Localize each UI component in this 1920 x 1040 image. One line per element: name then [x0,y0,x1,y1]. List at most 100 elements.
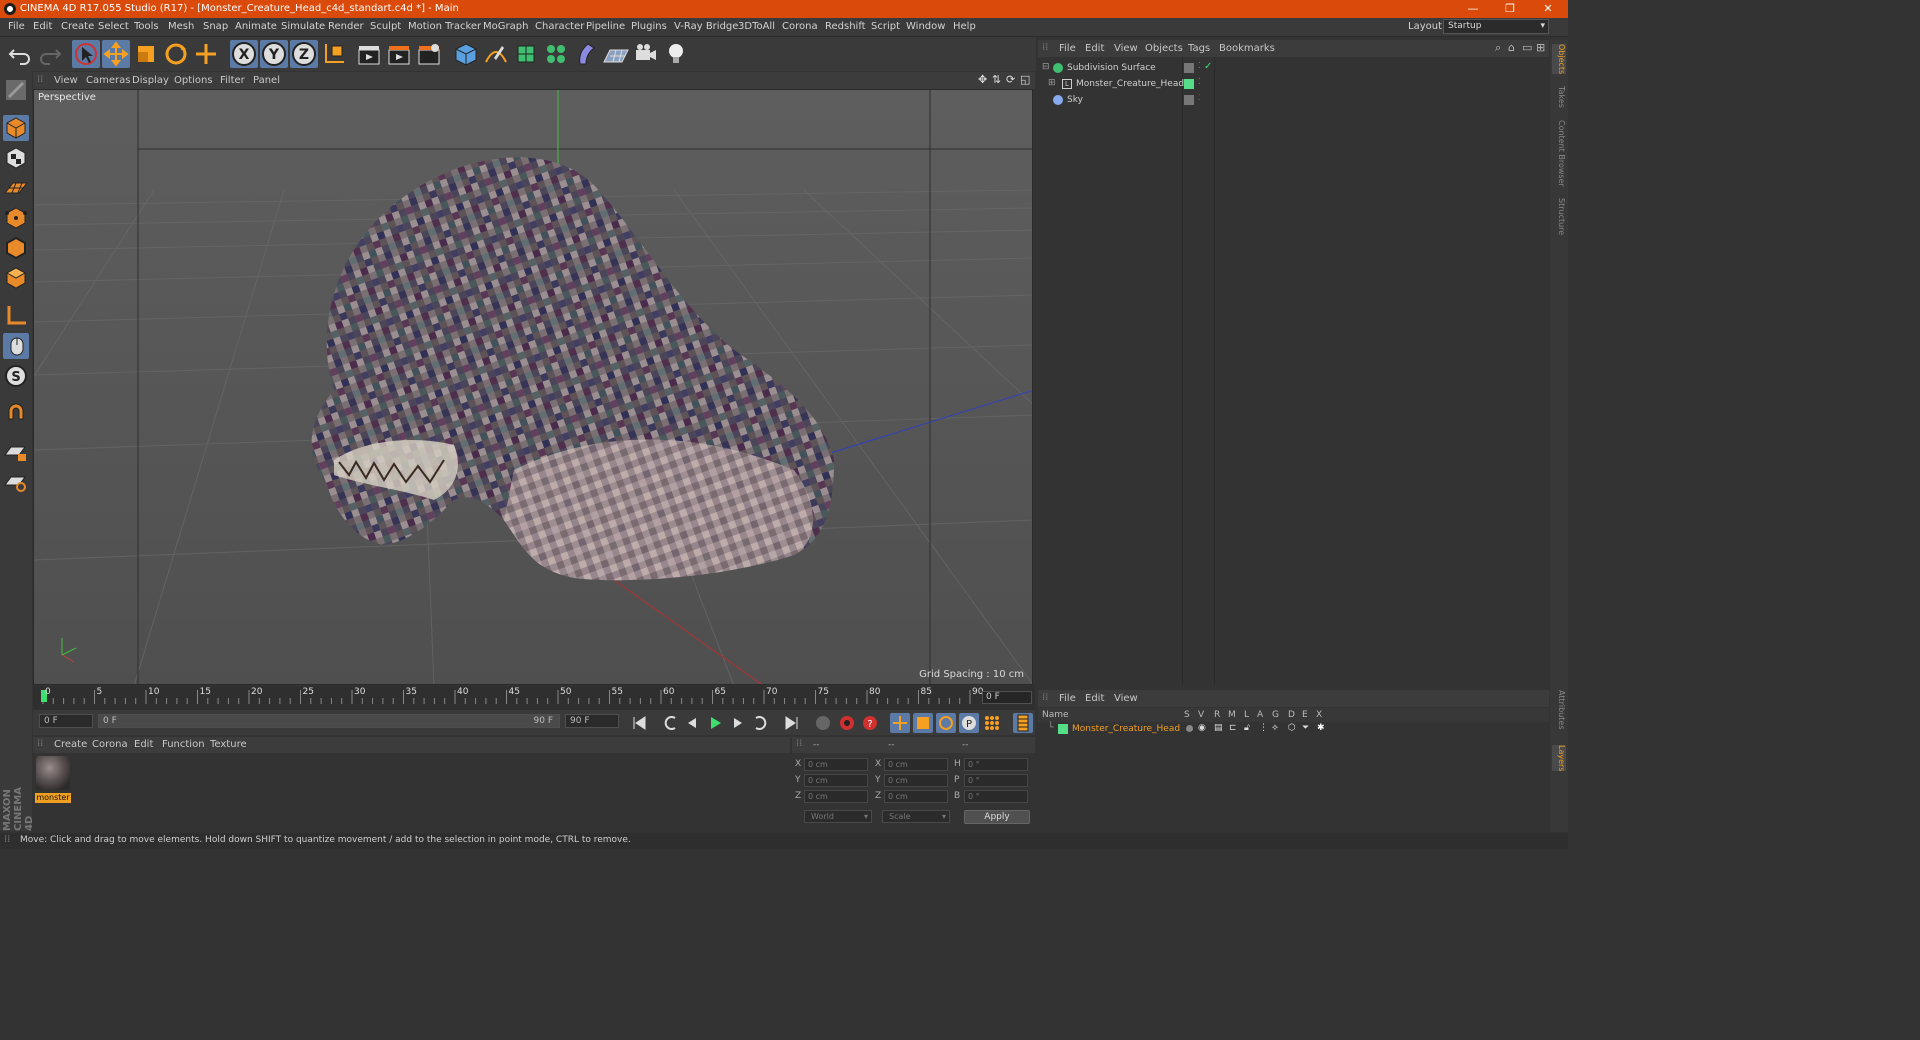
layer-tag-icon[interactable] [1184,63,1194,73]
pen-spline-button[interactable] [482,40,510,68]
subdivision-surface-button[interactable] [512,40,540,68]
menu-window[interactable]: Window [906,21,945,32]
layer-name[interactable]: Monster_Creature_Head [1072,724,1180,734]
object-menu-view[interactable]: View [1114,43,1138,54]
object-menu-file[interactable]: File [1059,43,1076,54]
layer-menu-view[interactable]: View [1114,693,1138,704]
render-clapboard-icon[interactable]: ▤ [1214,723,1223,733]
render-view-button[interactable] [355,40,383,68]
expand-icon[interactable]: ⊞ [1536,41,1545,54]
material-menu-edit[interactable]: Edit [134,739,153,750]
undo-button[interactable] [6,40,34,68]
viewport-menu-display[interactable]: Display [132,75,169,86]
key-pla-button[interactable] [982,713,1002,733]
move-tool-button[interactable] [102,40,130,68]
size-x-field[interactable]: 0 cm [884,758,948,771]
new-view-icon[interactable]: ▭ [1522,41,1532,54]
menu-simulate[interactable]: Simulate [281,21,325,32]
orbit-icon[interactable]: ⟳ [1006,73,1015,86]
viewport-menu-filter[interactable]: Filter [220,75,245,86]
menu-character[interactable]: Character [535,21,584,32]
visibility-dots-icon[interactable]: ⁚ [1198,93,1201,102]
object-menu-bookmarks[interactable]: Bookmarks [1219,43,1275,54]
redo-button[interactable] [36,40,64,68]
start-frame-field[interactable]: 0 F [39,714,93,728]
menu-mograph[interactable]: MoGraph [483,21,528,32]
magnet-button[interactable] [3,401,29,427]
next-key-button[interactable] [751,713,771,733]
y-axis-button[interactable]: Y [260,40,288,68]
menu-file[interactable]: File [8,21,25,32]
object-row-sky[interactable]: Sky ⁚ [1038,93,1549,108]
lock-icon[interactable]: 🔓︎ [1244,723,1250,733]
menu-help[interactable]: Help [953,21,976,32]
rot-b-field[interactable]: 0 ° [964,790,1028,803]
size-z-field[interactable]: 0 cm [884,790,948,803]
tab-takes[interactable]: Takes [1552,86,1566,108]
play-button[interactable] [705,713,725,733]
menu-animate[interactable]: Animate [235,21,277,32]
cube-object-button[interactable] [452,40,480,68]
layer-menu-file[interactable]: File [1059,693,1076,704]
eye-icon[interactable]: ◉ [1198,723,1206,733]
layer-tag-icon[interactable] [1184,95,1194,105]
planar-workplane-button[interactable] [3,469,29,495]
tab-objects[interactable]: Objects [1552,44,1566,75]
pos-y-field[interactable]: 0 cm [804,774,868,787]
menu-mesh[interactable]: Mesh [168,21,194,32]
viewport-menu-options[interactable]: Options [174,75,213,86]
light-object-button[interactable] [662,40,690,68]
tab-content-browser[interactable]: Content Browser [1552,120,1566,187]
menu-sculpt[interactable]: Sculpt [370,21,401,32]
object-name[interactable]: Sky [1067,95,1083,105]
material-name-label[interactable]: monster [35,793,71,803]
layout-select[interactable]: Startup ▾ [1443,19,1549,34]
menu-vray-bridge[interactable]: V-Ray Bridge [674,21,738,32]
key-rotation-button[interactable] [936,713,956,733]
material-preview-monster[interactable] [36,756,70,790]
manager-icon[interactable]: ⊏ [1229,723,1237,733]
snap-button[interactable]: S [3,363,29,389]
transform-tool-button[interactable] [192,40,220,68]
polygons-mode-button[interactable] [3,265,29,291]
current-frame-field[interactable]: 0 F [982,691,1032,704]
enabled-check-icon[interactable]: ✓ [1204,61,1212,72]
coordinate-mode-select[interactable]: World ▾ [804,810,872,823]
layer-row[interactable]: └ Monster_Creature_Head ◉ ▤ ⊏ 🔓︎ ⋮ ⟡ ⬡ ⏷… [1038,722,1549,737]
scale-tool-button[interactable] [132,40,160,68]
auto-keying-button[interactable] [837,713,857,733]
material-menu-corona[interactable]: Corona [92,739,128,750]
menu-corona[interactable]: Corona [782,21,818,32]
apply-button[interactable]: Apply [964,810,1030,824]
points-mode-button[interactable] [3,205,29,231]
rot-h-field[interactable]: 0 ° [964,758,1028,771]
prev-key-button[interactable] [660,713,680,733]
menu-render[interactable]: Render [328,21,364,32]
layer-color-swatch[interactable] [1058,724,1068,734]
menu-select[interactable]: Select [98,21,129,32]
x-axis-button[interactable]: X [230,40,258,68]
layer-menu-edit[interactable]: Edit [1085,693,1104,704]
object-row-subdivision-surface[interactable]: ⊟ Subdivision Surface ⁚ ✓ [1038,61,1549,76]
end-frame-field[interactable]: 90 F [565,714,619,728]
visibility-dots-icon[interactable]: ⁚ [1198,77,1201,86]
menu-pipeline[interactable]: Pipeline [586,21,625,32]
tab-structure[interactable]: Structure [1552,198,1566,235]
coordinate-system-button[interactable] [320,40,348,68]
menu-tools[interactable]: Tools [134,21,159,32]
animation-icon[interactable]: ⋮ [1259,723,1268,733]
goto-start-button[interactable] [629,713,649,733]
frame-range-slider[interactable]: 0 F 90 F [98,714,560,728]
key-scale-button[interactable] [913,713,933,733]
minimize-button[interactable]: — [1455,0,1491,18]
deformer-icon[interactable]: ⬡ [1288,723,1296,733]
pos-x-field[interactable]: 0 cm [804,758,868,771]
menu-create[interactable]: Create [61,21,94,32]
timeline-button[interactable] [1013,713,1033,733]
layer-color-icon[interactable] [1184,79,1194,89]
solo-dot-icon[interactable] [1186,725,1193,732]
viewport-menu-cameras[interactable]: Cameras [86,75,130,86]
render-settings-button[interactable] [415,40,443,68]
home-icon[interactable]: ⌂ [1508,41,1515,54]
close-button[interactable]: ✕ [1530,0,1566,18]
